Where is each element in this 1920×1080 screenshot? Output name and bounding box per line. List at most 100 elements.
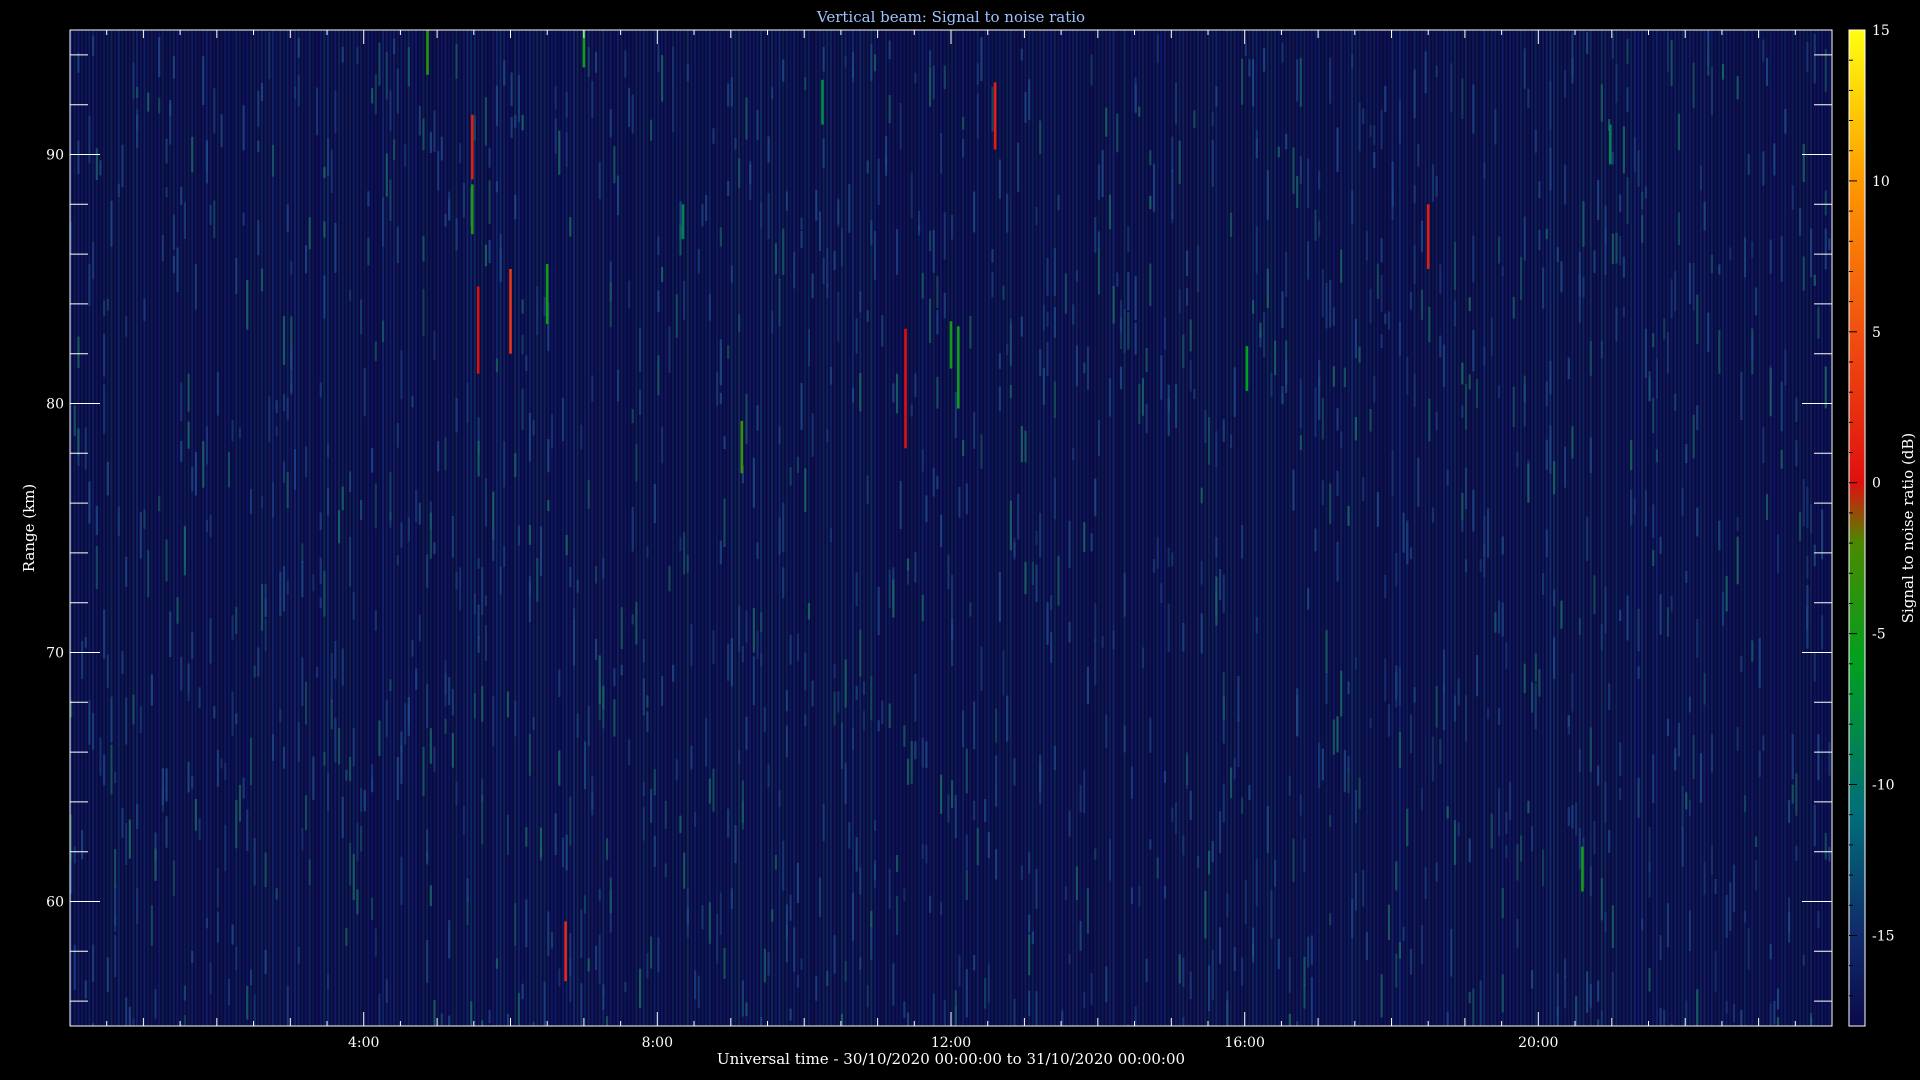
noise-streak	[840, 722, 844, 770]
noise-streak	[1024, 430, 1027, 463]
noise-streak	[789, 1008, 792, 1021]
noise-streak	[921, 449, 924, 472]
noise-streak	[282, 746, 286, 769]
noise-column	[984, 30, 987, 1026]
noise-streak	[928, 298, 932, 344]
noise-streak	[326, 138, 330, 177]
noise-streak	[1553, 637, 1556, 679]
noise-column	[136, 30, 139, 1026]
noise-streak	[1387, 904, 1391, 941]
noise-streak	[1681, 826, 1684, 868]
noise-streak	[969, 315, 972, 349]
noise-streak	[1417, 457, 1420, 507]
noise-streak	[400, 522, 403, 548]
noise-streak	[1083, 992, 1086, 1008]
noise-column	[1780, 30, 1783, 1026]
noise-streak	[705, 195, 708, 221]
noise-streak	[1285, 359, 1288, 394]
noise-streak	[1696, 294, 1699, 345]
noise-streak	[800, 230, 803, 249]
noise-streak	[1813, 34, 1816, 84]
noise-column	[1149, 30, 1152, 1026]
noise-streak	[106, 654, 109, 688]
noise-streak	[782, 59, 785, 82]
noise-streak	[462, 806, 465, 835]
noise-streak	[661, 676, 664, 706]
noise-streak	[1784, 349, 1787, 386]
noise-streak	[183, 985, 186, 1001]
noise-streak	[1699, 165, 1703, 190]
noise-streak	[1354, 657, 1357, 669]
noise-streak	[437, 441, 440, 472]
noise-streak	[826, 283, 829, 298]
noise-streak	[936, 475, 939, 490]
noise-streak	[330, 653, 333, 702]
noise-streak	[125, 823, 128, 865]
noise-streak	[686, 907, 689, 925]
noise-streak	[906, 1012, 910, 1026]
noise-column	[561, 30, 564, 1026]
noise-streak	[932, 467, 935, 497]
noise-streak	[286, 472, 289, 509]
noise-streak	[481, 686, 484, 722]
noise-streak	[683, 532, 686, 575]
noise-streak	[727, 808, 730, 838]
noise-streak	[602, 984, 605, 999]
noise-streak	[1725, 894, 1728, 938]
noise-streak	[550, 932, 554, 949]
noise-streak	[1263, 48, 1266, 72]
noise-column	[1244, 30, 1247, 1026]
noise-streak	[1362, 108, 1365, 124]
noise-column	[1453, 30, 1456, 1026]
noise-streak	[114, 849, 117, 889]
noise-streak	[928, 66, 932, 107]
noise-streak	[459, 143, 462, 164]
noise-streak	[136, 803, 139, 829]
noise-column	[558, 30, 561, 1026]
noise-streak	[1013, 998, 1016, 1026]
noise-streak	[147, 549, 150, 598]
noise-streak	[1384, 313, 1387, 324]
noise-streak	[374, 483, 377, 529]
noise-column	[393, 30, 396, 1026]
noise-streak	[1270, 890, 1273, 939]
noise-streak	[826, 248, 829, 288]
noise-streak	[1017, 493, 1020, 540]
noise-streak	[1791, 733, 1794, 780]
noise-streak	[914, 373, 917, 398]
noise-streak	[965, 969, 968, 1018]
noise-streak	[1226, 991, 1229, 1026]
noise-column	[455, 30, 458, 1026]
noise-streak	[873, 54, 877, 72]
noise-streak	[1075, 345, 1079, 387]
noise-streak	[543, 981, 546, 1026]
noise-streak	[1538, 181, 1541, 199]
noise-column	[1116, 30, 1119, 1026]
noise-streak	[1619, 235, 1622, 266]
noise-streak	[554, 118, 557, 154]
noise-column	[928, 30, 931, 1026]
noise-column	[1130, 30, 1133, 1026]
noise-streak	[1464, 559, 1468, 573]
noise-column	[1622, 30, 1625, 1026]
noise-column	[1351, 30, 1354, 1026]
noise-streak	[246, 809, 249, 851]
noise-streak	[539, 827, 543, 858]
noise-column	[246, 30, 249, 1026]
noise-streak	[271, 482, 275, 518]
noise-streak	[1303, 838, 1306, 873]
noise-streak	[1593, 575, 1596, 614]
noise-streak	[176, 247, 179, 292]
noise-streak	[1637, 608, 1640, 652]
noise-streak	[158, 37, 161, 78]
noise-streak	[594, 638, 598, 660]
noise-streak	[81, 640, 84, 679]
noise-streak	[1325, 282, 1328, 329]
noise-streak	[587, 705, 590, 747]
noise-streak	[1072, 447, 1075, 461]
noise-streak	[1729, 882, 1732, 931]
noise-column	[297, 30, 300, 1026]
noise-streak	[319, 512, 322, 530]
noise-column	[224, 30, 227, 1026]
noise-streak	[873, 819, 877, 831]
